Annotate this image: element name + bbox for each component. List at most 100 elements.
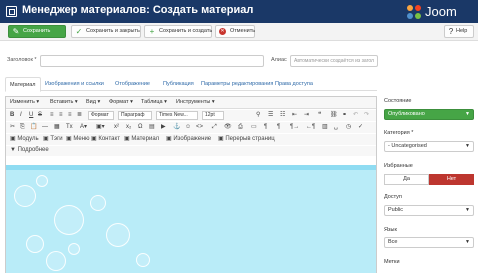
special-char-icon[interactable]: Ω xyxy=(138,123,143,132)
joomla-logo[interactable]: Joom xyxy=(404,2,478,22)
alias-input[interactable]: Автоматически создаётся из загол xyxy=(290,55,378,67)
editor-buttons-row: ▣ Модуль ▣ Тэги ▣ Меню ▣ Контакт ▣ Матер… xyxy=(6,134,376,145)
indent-icon[interactable]: ⇥ xyxy=(304,111,309,120)
align-right-icon[interactable]: ≡ xyxy=(68,111,72,120)
featured-yes-button[interactable]: Да xyxy=(384,174,429,185)
save-button[interactable]: ✎ Сохранить xyxy=(8,25,66,38)
formats-select[interactable]: Формат xyxy=(88,111,114,120)
bullet-list-icon[interactable]: ☰ xyxy=(268,111,273,120)
blockquote-icon[interactable]: ❝ xyxy=(318,111,321,120)
readmore-button[interactable]: ▼ Подробнее xyxy=(10,146,49,155)
redo-icon[interactable]: ↷ xyxy=(364,111,369,120)
bubble-decoration xyxy=(90,195,106,211)
bubble-decoration xyxy=(46,251,66,271)
horizontal-rule-icon[interactable]: — xyxy=(42,123,48,132)
font-size-select[interactable]: 12pt xyxy=(202,111,224,120)
undo-icon[interactable]: ↶ xyxy=(353,111,358,120)
status-value: Опубликовано xyxy=(388,111,425,117)
outdent-icon[interactable]: ⇤ xyxy=(292,111,297,120)
table-icon[interactable]: ▦ xyxy=(54,123,60,132)
menu-tools[interactable]: Инструменты ▾ xyxy=(176,99,215,105)
article-button[interactable]: ▣ Материал xyxy=(124,135,159,144)
title-label: Заголовок * xyxy=(7,57,37,63)
rtl-icon[interactable]: ←¶ xyxy=(306,123,315,132)
title-input[interactable] xyxy=(40,55,264,67)
bg-color-icon[interactable]: ▣▾ xyxy=(96,123,105,132)
code-icon[interactable]: <> xyxy=(196,123,203,132)
tab-display[interactable]: Отображение xyxy=(115,77,150,91)
align-left-icon[interactable]: ≡ xyxy=(50,111,54,120)
bubble-decoration xyxy=(54,205,84,235)
menu-insert[interactable]: Вставить ▾ xyxy=(50,99,78,105)
subscript-icon[interactable]: x₂ xyxy=(126,123,131,132)
module-label: Модуль xyxy=(17,136,39,142)
menu-button[interactable]: ▣ Меню xyxy=(66,135,90,144)
tab-permissions[interactable]: Права доступа xyxy=(275,77,313,91)
bubble-decoration xyxy=(26,235,44,253)
copy-icon[interactable]: ⎘ xyxy=(20,123,25,132)
media-icon[interactable]: ▶ xyxy=(161,123,166,132)
save-close-button[interactable]: ✓ Сохранить и закрыть xyxy=(71,25,141,38)
tab-content[interactable]: Материал xyxy=(5,77,41,92)
access-select[interactable]: Public ▼ xyxy=(384,205,474,216)
preview-icon[interactable]: 👁 xyxy=(224,123,232,132)
image-button[interactable]: ▣ Изображение xyxy=(166,135,211,144)
help-button[interactable]: ? Help xyxy=(444,25,474,38)
unlink-icon[interactable]: ⚭ xyxy=(342,111,347,120)
font-select[interactable]: Times New... xyxy=(156,111,198,120)
ltr-icon[interactable]: ¶→ xyxy=(290,123,299,132)
tags-button[interactable]: ▣ Тэги xyxy=(43,135,63,144)
anchor-icon[interactable]: ⚓ xyxy=(173,123,180,132)
text-color-icon[interactable]: A▾ xyxy=(80,123,87,132)
template-icon[interactable]: ▥ xyxy=(322,123,328,132)
menu-format[interactable]: Формат ▾ xyxy=(109,99,133,105)
pilcrow-icon[interactable]: ¶ xyxy=(277,123,280,132)
image-icon[interactable]: ▤ xyxy=(149,123,155,132)
menu-edit[interactable]: Изменить ▾ xyxy=(10,99,39,105)
visual-aid-icon[interactable]: ▭ xyxy=(251,123,257,132)
formats-label: Формат xyxy=(91,112,109,118)
superscript-icon[interactable]: x² xyxy=(114,123,119,132)
status-select[interactable]: Опубликовано ▼ xyxy=(384,109,474,120)
tab-editing-options[interactable]: Параметры редактирования xyxy=(201,77,273,91)
insert-datetime-icon[interactable]: ◷ xyxy=(346,123,351,132)
category-select[interactable]: - Uncategorised ▼ xyxy=(384,141,474,152)
nonbreaking-icon[interactable]: ␣ xyxy=(334,123,338,132)
contact-label: Контакт xyxy=(98,136,120,142)
featured-no-button[interactable]: Нет xyxy=(429,174,474,185)
menu-view[interactable]: Вид ▾ xyxy=(86,99,100,105)
emoticon-icon[interactable]: ☺ xyxy=(185,123,191,132)
editor-buttons-row-2: ▼ Подробнее xyxy=(6,146,376,156)
align-center-icon[interactable]: ≡ xyxy=(59,111,63,120)
print-icon[interactable]: ⎙ xyxy=(238,123,243,132)
fullscreen-icon[interactable]: ⤢ xyxy=(212,123,217,132)
tab-images-links[interactable]: Изображения и ссылки xyxy=(45,77,104,91)
underline-icon[interactable]: U xyxy=(29,111,33,120)
menu-table[interactable]: Таблица ▾ xyxy=(141,99,167,105)
chevron-down-icon: ▼ xyxy=(465,143,470,149)
cancel-button[interactable]: ✕ Отменить xyxy=(215,25,255,38)
editor-content-area[interactable] xyxy=(6,165,376,273)
search-replace-icon[interactable]: ⚲ xyxy=(256,111,260,120)
image-label: Изображение xyxy=(173,136,212,142)
pagebreak-button[interactable]: ▣ Перерыв страниц xyxy=(218,135,275,144)
tab-publishing[interactable]: Публикация xyxy=(163,77,194,91)
paste-icon[interactable]: 📋 xyxy=(30,123,37,132)
font-label: Times New... xyxy=(159,112,188,118)
language-select[interactable]: Все ▼ xyxy=(384,237,474,248)
align-justify-icon[interactable]: ≣ xyxy=(77,111,82,120)
module-button[interactable]: ▣ Модуль xyxy=(10,135,39,144)
spellcheck-icon[interactable]: ✓ xyxy=(358,123,363,132)
cut-icon[interactable]: ✂ xyxy=(10,123,15,132)
contact-button[interactable]: ▣ Контакт xyxy=(91,135,120,144)
bubble-decoration xyxy=(68,243,80,255)
italic-icon[interactable]: I xyxy=(20,111,22,120)
bold-icon[interactable]: B xyxy=(10,111,14,120)
strikethrough-icon[interactable]: S xyxy=(38,111,42,120)
link-icon[interactable]: ⛓ xyxy=(330,111,338,120)
save-new-button[interactable]: + Сохранить и создать xyxy=(144,25,212,38)
show-blocks-icon[interactable]: ¶ xyxy=(264,123,267,132)
clear-format-icon[interactable]: Tx xyxy=(66,123,73,132)
numbered-list-icon[interactable]: ☷ xyxy=(280,111,285,120)
paragraph-select[interactable]: Параграф xyxy=(118,111,152,120)
